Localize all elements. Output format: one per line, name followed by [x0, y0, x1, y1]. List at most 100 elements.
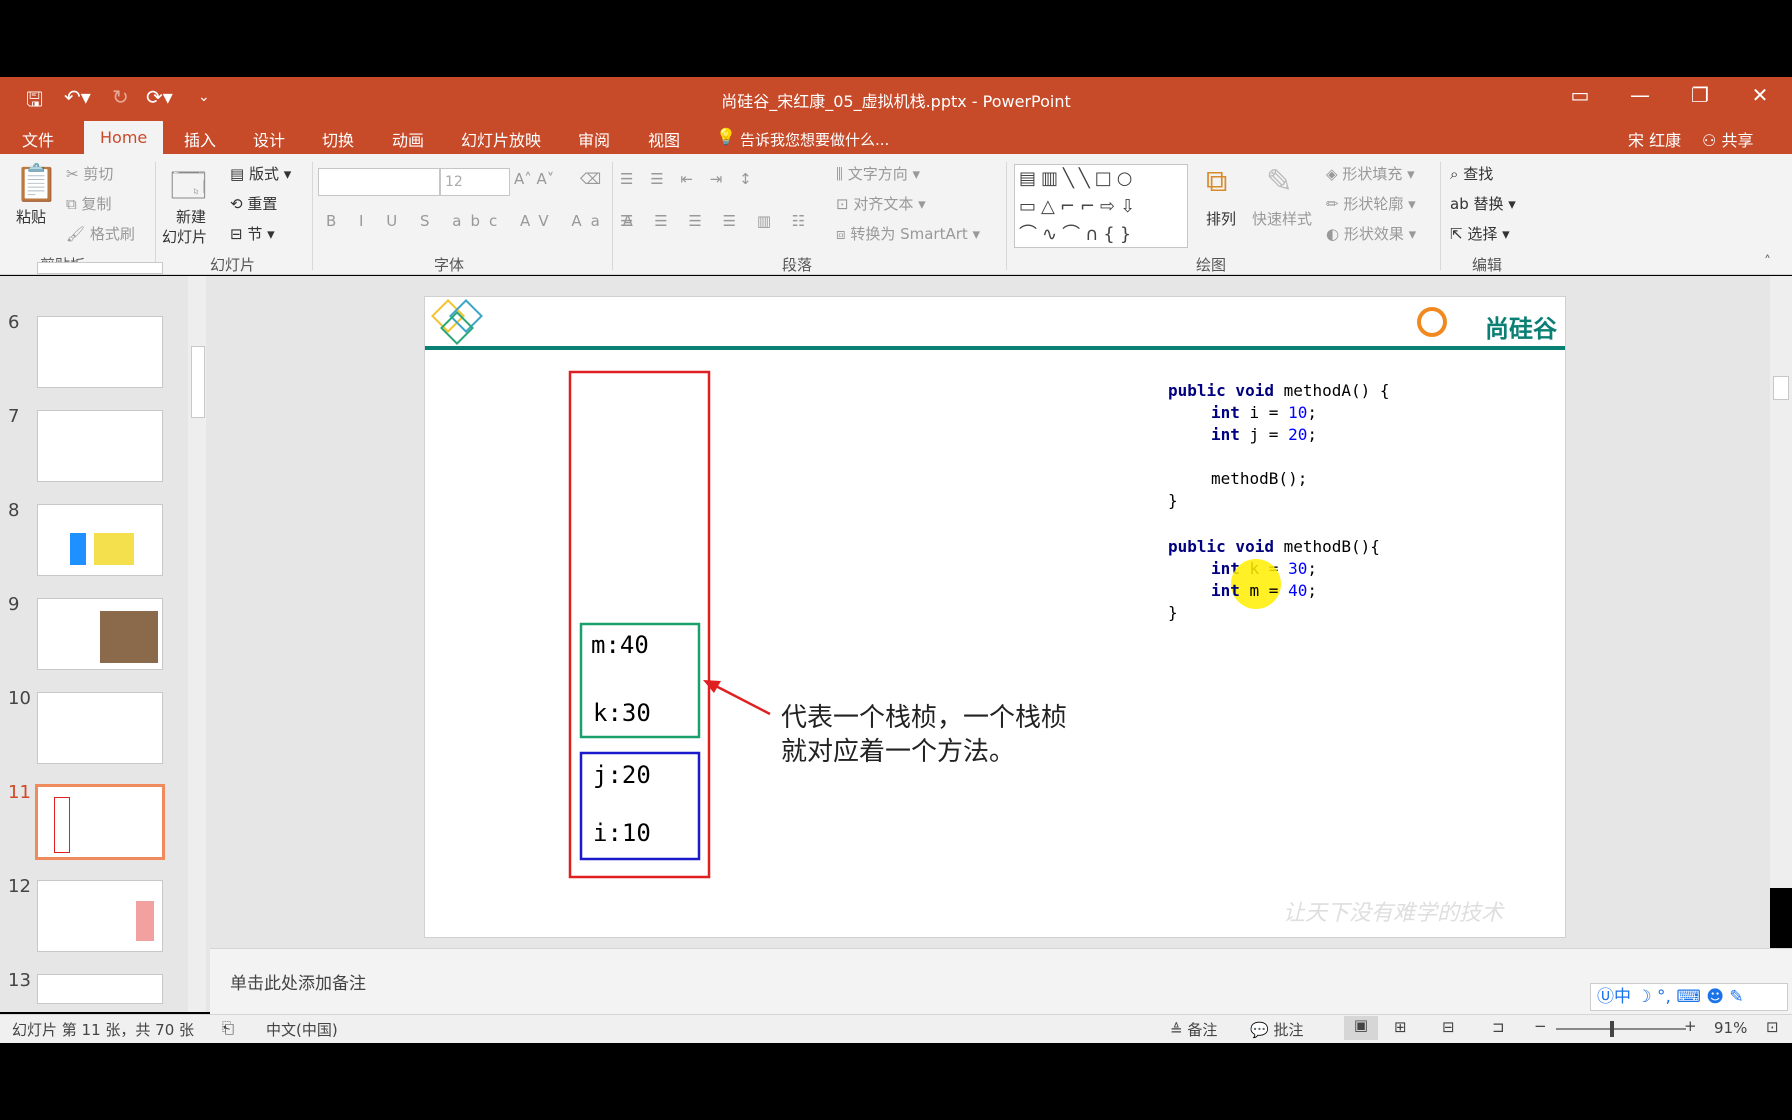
font-style-buttons[interactable]: B I U S abc AV Aa A [326, 212, 642, 230]
slide-thumbnail-pane: 6 7 8 9 10 11 12 13 [0, 262, 210, 1012]
slide-thumbnail[interactable] [37, 974, 163, 1004]
shape-outline-button[interactable]: ✏ 形状轮廓 ▾ [1326, 193, 1416, 214]
smartart-label: 转换为 SmartArt [850, 225, 968, 243]
divider [1006, 162, 1007, 270]
tab-transitions[interactable]: 切换 [322, 127, 354, 151]
new-slide-label-1[interactable]: 新建 [176, 206, 206, 227]
layout-label: 版式 [248, 165, 279, 183]
layout-button[interactable]: ▤ 版式 ▾ [230, 163, 291, 184]
group-drawing-label: 绘图 [1196, 256, 1227, 274]
zoom-in-icon[interactable]: + [1684, 1017, 1697, 1035]
paste-button[interactable]: 粘贴 [16, 206, 46, 227]
cursor-icon: ⇱ [1450, 225, 1463, 243]
scrollbar-thumb[interactable] [1773, 376, 1789, 400]
comments-button[interactable]: 💬 批注 [1250, 1019, 1303, 1040]
paste-icon[interactable]: 📋 [14, 162, 59, 204]
clear-format-icon[interactable]: ⌫ [580, 170, 601, 188]
shape-outline-label: 形状轮廓 [1343, 195, 1404, 213]
slide-thumbnail[interactable] [37, 262, 163, 274]
ribbon-display-icon[interactable]: ▭ [1560, 83, 1600, 107]
quick-styles-icon[interactable]: ✎ [1266, 162, 1293, 200]
replace-button[interactable]: ab 替换 ▾ [1450, 193, 1516, 214]
tab-slideshow[interactable]: 幻灯片放映 [461, 127, 541, 151]
zoom-slider-thumb[interactable] [1610, 1021, 1614, 1037]
slide-thumbnail[interactable] [37, 598, 163, 670]
minimize-icon[interactable]: — [1620, 83, 1660, 107]
zoom-slider[interactable] [1556, 1021, 1686, 1037]
group-editing-label: 编辑 [1472, 256, 1503, 274]
tab-insert[interactable]: 插入 [184, 127, 216, 151]
list-buttons[interactable]: ☰ ☰ ⇤ ⇥ ↕ [620, 170, 758, 188]
ime-toolbar[interactable]: Ⓤ中 ☽ °, ⌨ ☻ ✎ [1590, 983, 1788, 1011]
text-direction-button[interactable]: ⫼ 文字方向 ▾ [836, 163, 920, 184]
editor-scrollbar[interactable] [1770, 276, 1792, 888]
shapes-gallery[interactable]: ▤▥╲╲□○ ▭△⌐⌐⇨⇩ ⌒∿⌒∩{} [1014, 164, 1188, 248]
tell-me-box[interactable]: 告诉我您想要做什么... [740, 129, 889, 150]
tab-view[interactable]: 视图 [648, 127, 680, 151]
copy-button[interactable]: ⧉ 复制 [66, 193, 112, 214]
thumb-image [100, 611, 158, 663]
zoom-out-icon[interactable]: − [1534, 1017, 1547, 1035]
user-name[interactable]: 宋 红康 [1628, 127, 1681, 151]
notes-pane[interactable]: 单击此处添加备注 Ⓤ中 ☽ °, ⌨ ☻ ✎ [210, 948, 1792, 1015]
comments-label: 批注 [1273, 1021, 1304, 1039]
slideshow-icon[interactable]: ⊐ [1492, 1018, 1505, 1036]
spellcheck-icon[interactable]: ⎗ [222, 1019, 234, 1037]
quick-styles-button[interactable]: 快速样式 [1252, 208, 1312, 229]
tab-review[interactable]: 审阅 [578, 127, 610, 151]
slide-thumbnail[interactable] [37, 410, 163, 482]
slide-thumbnail[interactable] [37, 504, 163, 576]
new-slide-label-2[interactable]: 幻灯片 [162, 226, 207, 247]
find-button[interactable]: ⌕ 查找 [1450, 163, 1493, 184]
grow-font-icon[interactable]: A˄ A˅ [514, 170, 554, 188]
font-name-combo[interactable] [318, 168, 440, 196]
slide-thumbnail[interactable] [37, 692, 163, 764]
reading-view-icon[interactable]: ⊟ [1442, 1018, 1455, 1036]
close-icon[interactable]: ✕ [1740, 83, 1780, 107]
section-button[interactable]: ⊟ 节 ▾ [230, 223, 275, 244]
code-number: 40 [1288, 581, 1308, 600]
shape-fill-button[interactable]: ◈ 形状填充 ▾ [1326, 163, 1415, 184]
slide-sorter-icon[interactable]: ⊞ [1394, 1018, 1407, 1036]
scrollbar-thumb[interactable] [191, 346, 205, 418]
align-text-button[interactable]: ⊡ 对齐文本 ▾ [836, 193, 926, 214]
restore-icon[interactable]: ❐ [1680, 83, 1720, 107]
reset-button[interactable]: ⟲ 重置 [230, 193, 277, 214]
fit-slide-icon[interactable]: ⊡ [1766, 1018, 1779, 1036]
shape-effects-button[interactable]: ◐ 形状效果 ▾ [1326, 223, 1416, 244]
zoom-level[interactable]: 91% [1714, 1019, 1747, 1037]
cut-button[interactable]: ✂ 剪切 [66, 163, 113, 184]
select-button[interactable]: ⇱ 选择 ▾ [1450, 223, 1510, 244]
tab-design[interactable]: 设计 [253, 127, 285, 151]
slide-thumbnail[interactable] [37, 316, 163, 388]
tab-animations[interactable]: 动画 [392, 127, 424, 151]
code-text: m = [1239, 581, 1289, 600]
tab-home[interactable]: Home [84, 121, 164, 154]
code-text: ; [1307, 559, 1317, 578]
logo-mark-icon [1417, 307, 1447, 337]
font-size-combo[interactable]: 12 [440, 168, 510, 196]
slide-thumbnail-active[interactable] [35, 784, 165, 860]
thumb-image [94, 533, 134, 565]
align-buttons[interactable]: ☰ ☰ ☰ ☰ ▥ ☷ [620, 212, 813, 230]
arrange-button[interactable]: 排列 [1206, 208, 1236, 229]
notes-button[interactable]: ≜ 备注 [1170, 1019, 1217, 1040]
collapse-ribbon-icon[interactable]: ˄ [1764, 254, 1771, 270]
share-button[interactable]: ⚇ 共享 [1702, 127, 1753, 151]
thumbnail-scrollbar[interactable] [188, 276, 206, 1012]
frame-var-i: i:10 [593, 819, 651, 847]
divider [312, 162, 313, 270]
arrange-icon[interactable]: ⧉ [1206, 164, 1227, 199]
slide-canvas[interactable]: 尚硅谷 m:40 k:30 j:20 i:10 代表一个栈桢，一个栈桢 就对应着… [424, 296, 1566, 938]
language-indicator[interactable]: 中文(中国) [266, 1019, 338, 1040]
diamond-logo-icon [431, 299, 483, 345]
effects-icon: ◐ [1326, 225, 1340, 243]
smartart-button[interactable]: ⧈ 转换为 SmartArt ▾ [836, 223, 980, 244]
tab-file[interactable]: 文件 [22, 127, 54, 151]
normal-view-icon[interactable]: ▣ [1344, 1016, 1378, 1040]
notes-placeholder[interactable]: 单击此处添加备注 [230, 969, 366, 994]
title-bar: 🖫 ↶▾ ↻ ⟳▾ ⌄ 尚硅谷_宋红康_05_虚拟机栈.pptx - Power… [0, 77, 1792, 121]
slide-thumbnail[interactable] [37, 880, 163, 952]
code-text: i = [1239, 403, 1289, 422]
format-painter-button[interactable]: 🖌 格式刷 [66, 223, 135, 244]
